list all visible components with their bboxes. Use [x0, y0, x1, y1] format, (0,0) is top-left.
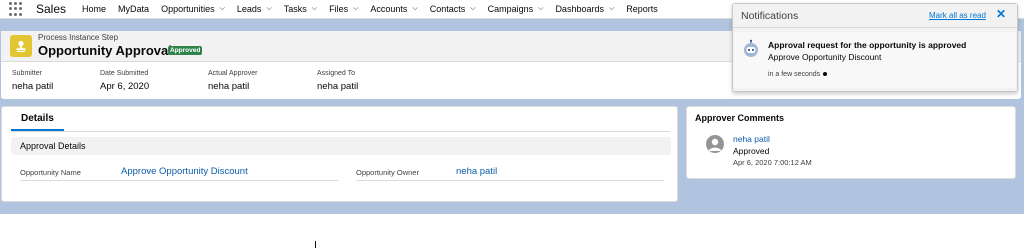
field-divider — [356, 180, 664, 181]
details-card: Details Approval Details Opportunity Nam… — [1, 106, 678, 202]
field-label: Submitter — [12, 70, 42, 77]
nav-item-mydata[interactable]: MyData — [118, 4, 149, 14]
actual-approver-field: Actual Approver neha patil — [208, 70, 257, 92]
field-label: Assigned To — [317, 70, 356, 77]
field-value: neha patil — [12, 81, 54, 92]
field-divider — [20, 180, 338, 181]
nav-label: Reports — [626, 4, 658, 14]
einstein-bot-icon — [744, 39, 758, 57]
mark-all-read-link[interactable]: Mark all as read — [929, 11, 986, 20]
page-title: Opportunity Approval — [38, 43, 172, 58]
app-launcher-waffle-icon[interactable] — [9, 2, 23, 16]
nav-label: Home — [82, 4, 107, 14]
approver-comments-title: Approver Comments — [695, 113, 785, 123]
field-value: neha patil — [208, 81, 250, 92]
close-icon[interactable]: ✕ — [996, 7, 1006, 21]
tab-divider — [11, 131, 670, 132]
chevron-down-icon[interactable]: ⌵ — [220, 5, 225, 13]
nav-item-accounts[interactable]: Accounts ⌵ — [370, 4, 417, 14]
notification-title: Approval request for the opportunity is … — [768, 40, 967, 50]
nav-item-opportunities[interactable]: Opportunities ⌵ — [161, 4, 225, 14]
cursor-mark — [315, 241, 316, 248]
approval-icon — [10, 35, 32, 57]
opportunity-name-label: Opportunity Name — [20, 168, 81, 177]
chevron-down-icon[interactable]: ⌵ — [353, 5, 358, 13]
avatar[interactable] — [706, 135, 724, 153]
nav-item-home[interactable]: Home — [82, 4, 106, 14]
notification-time: in a few seconds — [768, 71, 828, 78]
approval-details-section[interactable]: Approval Details — [11, 137, 671, 155]
date-submitted-field: Date Submitted Apr 6, 2020 — [100, 70, 149, 92]
notification-time-text: in a few seconds — [768, 71, 821, 78]
approver-date: Apr 6, 2020 7:00:12 AM — [733, 158, 812, 167]
nav-item-dashboards[interactable]: Dashboards ⌵ — [555, 4, 614, 14]
field-value: neha patil — [317, 81, 359, 92]
nav-label: Tasks — [283, 4, 307, 14]
notifications-header: Notifications Mark all as read ✕ — [733, 4, 1017, 28]
nav-label: Opportunities — [161, 4, 215, 14]
chevron-down-icon[interactable]: ⌵ — [412, 5, 417, 13]
nav-label: Dashboards — [555, 4, 604, 14]
assigned-to-field: Assigned To neha patil — [317, 70, 358, 92]
chevron-down-icon[interactable]: ⌵ — [538, 5, 543, 13]
nav-item-files[interactable]: Files ⌵ — [329, 4, 358, 14]
nav-label: Files — [329, 4, 349, 14]
nav-label: Contacts — [429, 4, 466, 14]
tab-details[interactable]: Details — [11, 113, 64, 131]
approver-comments-card: Approver Comments neha patil Approved Ap… — [686, 106, 1016, 179]
submitter-field: Submitter neha patil — [12, 70, 53, 92]
nav-label: Leads — [236, 4, 262, 14]
chevron-down-icon[interactable]: ⌵ — [470, 5, 475, 13]
nav-item-campaigns[interactable]: Campaigns ⌵ — [488, 4, 544, 14]
nav-label: Campaigns — [487, 4, 534, 14]
notification-item[interactable]: Approval request for the opportunity is … — [734, 32, 1016, 88]
notifications-panel: Notifications Mark all as read ✕ Approva… — [732, 3, 1018, 92]
opportunity-owner-label: Opportunity Owner — [356, 168, 419, 177]
user-icon — [709, 138, 721, 151]
opportunity-name-link[interactable]: Approve Opportunity Discount — [121, 166, 248, 177]
record-object-label: Process Instance Step — [38, 33, 119, 42]
chevron-down-icon[interactable]: ⌵ — [312, 5, 317, 13]
nav-label: Accounts — [370, 4, 408, 14]
field-label: Actual Approver — [208, 70, 258, 77]
notifications-title: Notifications — [741, 10, 799, 22]
chevron-down-icon[interactable]: ⌵ — [609, 5, 614, 13]
field-value: Apr 6, 2020 — [100, 81, 150, 92]
field-label: Date Submitted — [100, 70, 149, 77]
unread-dot-icon — [823, 72, 828, 77]
nav-item-leads[interactable]: Leads ⌵ — [237, 4, 272, 14]
app-name: Sales — [36, 2, 67, 16]
opportunity-owner-link[interactable]: neha patil — [456, 166, 497, 177]
section-label: Approval Details — [20, 141, 86, 151]
notification-body: Approve Opportunity Discount — [768, 52, 882, 62]
nav-item-reports[interactable]: Reports — [626, 4, 658, 14]
nav-label: MyData — [118, 4, 150, 14]
nav-item-contacts[interactable]: Contacts ⌵ — [430, 4, 476, 14]
nav-item-tasks[interactable]: Tasks ⌵ — [284, 4, 317, 14]
approver-name-link[interactable]: neha patil — [733, 134, 770, 144]
chevron-down-icon[interactable]: ⌵ — [266, 5, 271, 13]
approver-status: Approved — [733, 146, 770, 156]
status-badge: Approved — [168, 46, 203, 55]
